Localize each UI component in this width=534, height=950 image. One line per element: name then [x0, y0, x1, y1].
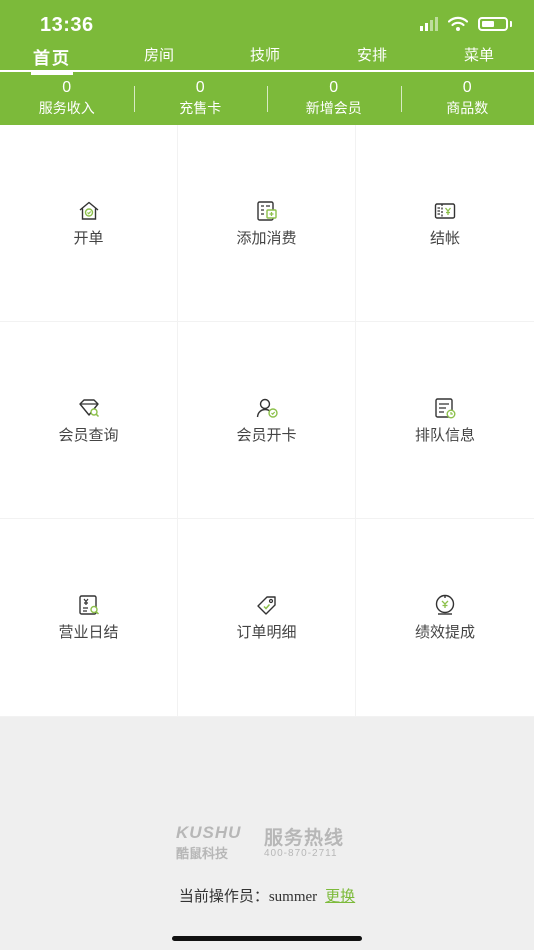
- tab-home[interactable]: 首页: [31, 44, 73, 75]
- stat-card-sales: 0 充售卡: [133, 78, 268, 120]
- current-operator: 当前操作员：summer 更换: [0, 885, 534, 906]
- menu-label: 绩效提成: [414, 624, 475, 641]
- menu-label: 添加消费: [236, 229, 297, 247]
- operator-label: 当前操作员：: [178, 888, 269, 905]
- stat-label: 服务收入: [38, 100, 95, 116]
- menu-label: 结帐: [429, 229, 460, 247]
- status-bar: 13:36: [0, 0, 534, 40]
- change-operator-link[interactable]: 更换: [325, 888, 355, 905]
- diamond-search-icon: [78, 398, 99, 417]
- user-card-icon: [256, 398, 278, 418]
- menu-label: 订单明细: [236, 624, 297, 641]
- function-grid: 开单 添加消费 结帐 会员查询 会员开卡 排队信息 营业日结 订单明细 绩效提成: [0, 125, 534, 717]
- stat-value: 0: [329, 79, 339, 96]
- brand-logo: KUSHU 酷鼠科技 服务热线 400-870-2711: [176, 821, 366, 863]
- checkout-icon: [434, 202, 456, 219]
- status-time: 13:36: [40, 14, 94, 36]
- tab-technicians[interactable]: 技师: [250, 44, 280, 65]
- battery-tip: [510, 21, 512, 27]
- status-icons: [420, 16, 512, 32]
- stat-new-members: 0 新增会员: [267, 78, 401, 120]
- menu-label: 会员查询: [58, 426, 119, 444]
- stat-label: 充售卡: [179, 100, 222, 116]
- menu-order-details[interactable]: 订单明细: [178, 519, 356, 717]
- stat-label: 商品数: [446, 100, 489, 116]
- menu-label: 营业日结: [58, 624, 119, 641]
- menu-label: 会员开卡: [236, 426, 297, 444]
- menu-daily-settlement[interactable]: 营业日结: [0, 519, 178, 717]
- commission-icon: [435, 594, 455, 615]
- menu-open-order[interactable]: 开单: [0, 125, 178, 322]
- stat-label: 新增会员: [305, 100, 362, 116]
- nav-tabs: 首页 房间 技师 安排 菜单: [0, 40, 534, 75]
- menu-label: 排队信息: [414, 426, 475, 444]
- daily-report-icon: [78, 595, 99, 615]
- footer: KUSHU 酷鼠科技 服务热线 400-870-2711 当前操作员：summe…: [0, 717, 534, 950]
- stat-value: 0: [462, 79, 472, 96]
- menu-add-consumption[interactable]: 添加消费: [178, 125, 356, 322]
- add-consume-icon: [256, 200, 277, 221]
- stat-product-count: 0 商品数: [400, 78, 534, 120]
- hotline-number: 400-870-2711: [264, 848, 338, 859]
- brand-name-en: KUSHU: [176, 823, 242, 842]
- stat-value: 0: [195, 79, 205, 96]
- operator-name: summer: [268, 889, 318, 905]
- tab-rooms[interactable]: 房间: [144, 44, 174, 65]
- stat-value: 0: [62, 79, 72, 96]
- menu-label: 开单: [73, 229, 104, 247]
- menu-commission[interactable]: 绩效提成: [356, 519, 534, 717]
- app-header: 13:36 首页 房间 技师 安排 菜单 0 服务收入 0 充售卡 0 新增会员…: [0, 0, 534, 125]
- menu-member-card[interactable]: 会员开卡: [178, 322, 356, 519]
- wifi-icon: [448, 16, 468, 31]
- brand-name-cn: 酷鼠科技: [176, 846, 229, 861]
- menu-member-query[interactable]: 会员查询: [0, 322, 178, 519]
- tag-icon: [256, 596, 276, 615]
- hotline-label: 服务热线: [264, 828, 345, 849]
- stat-service-income: 0 服务收入: [0, 78, 134, 120]
- menu-checkout[interactable]: 结帐: [356, 125, 534, 322]
- stats-bar: 0 服务收入 0 充售卡 0 新增会员 0 商品数: [0, 78, 534, 120]
- tab-schedule[interactable]: 安排: [357, 44, 387, 65]
- menu-queue-info[interactable]: 排队信息: [356, 322, 534, 519]
- tab-menu[interactable]: 菜单: [464, 44, 494, 65]
- home-indicator[interactable]: [172, 936, 362, 941]
- signal-icon: [420, 17, 438, 31]
- queue-clock-icon: [435, 397, 456, 418]
- house-icon: [79, 201, 98, 220]
- battery-icon: [478, 17, 508, 31]
